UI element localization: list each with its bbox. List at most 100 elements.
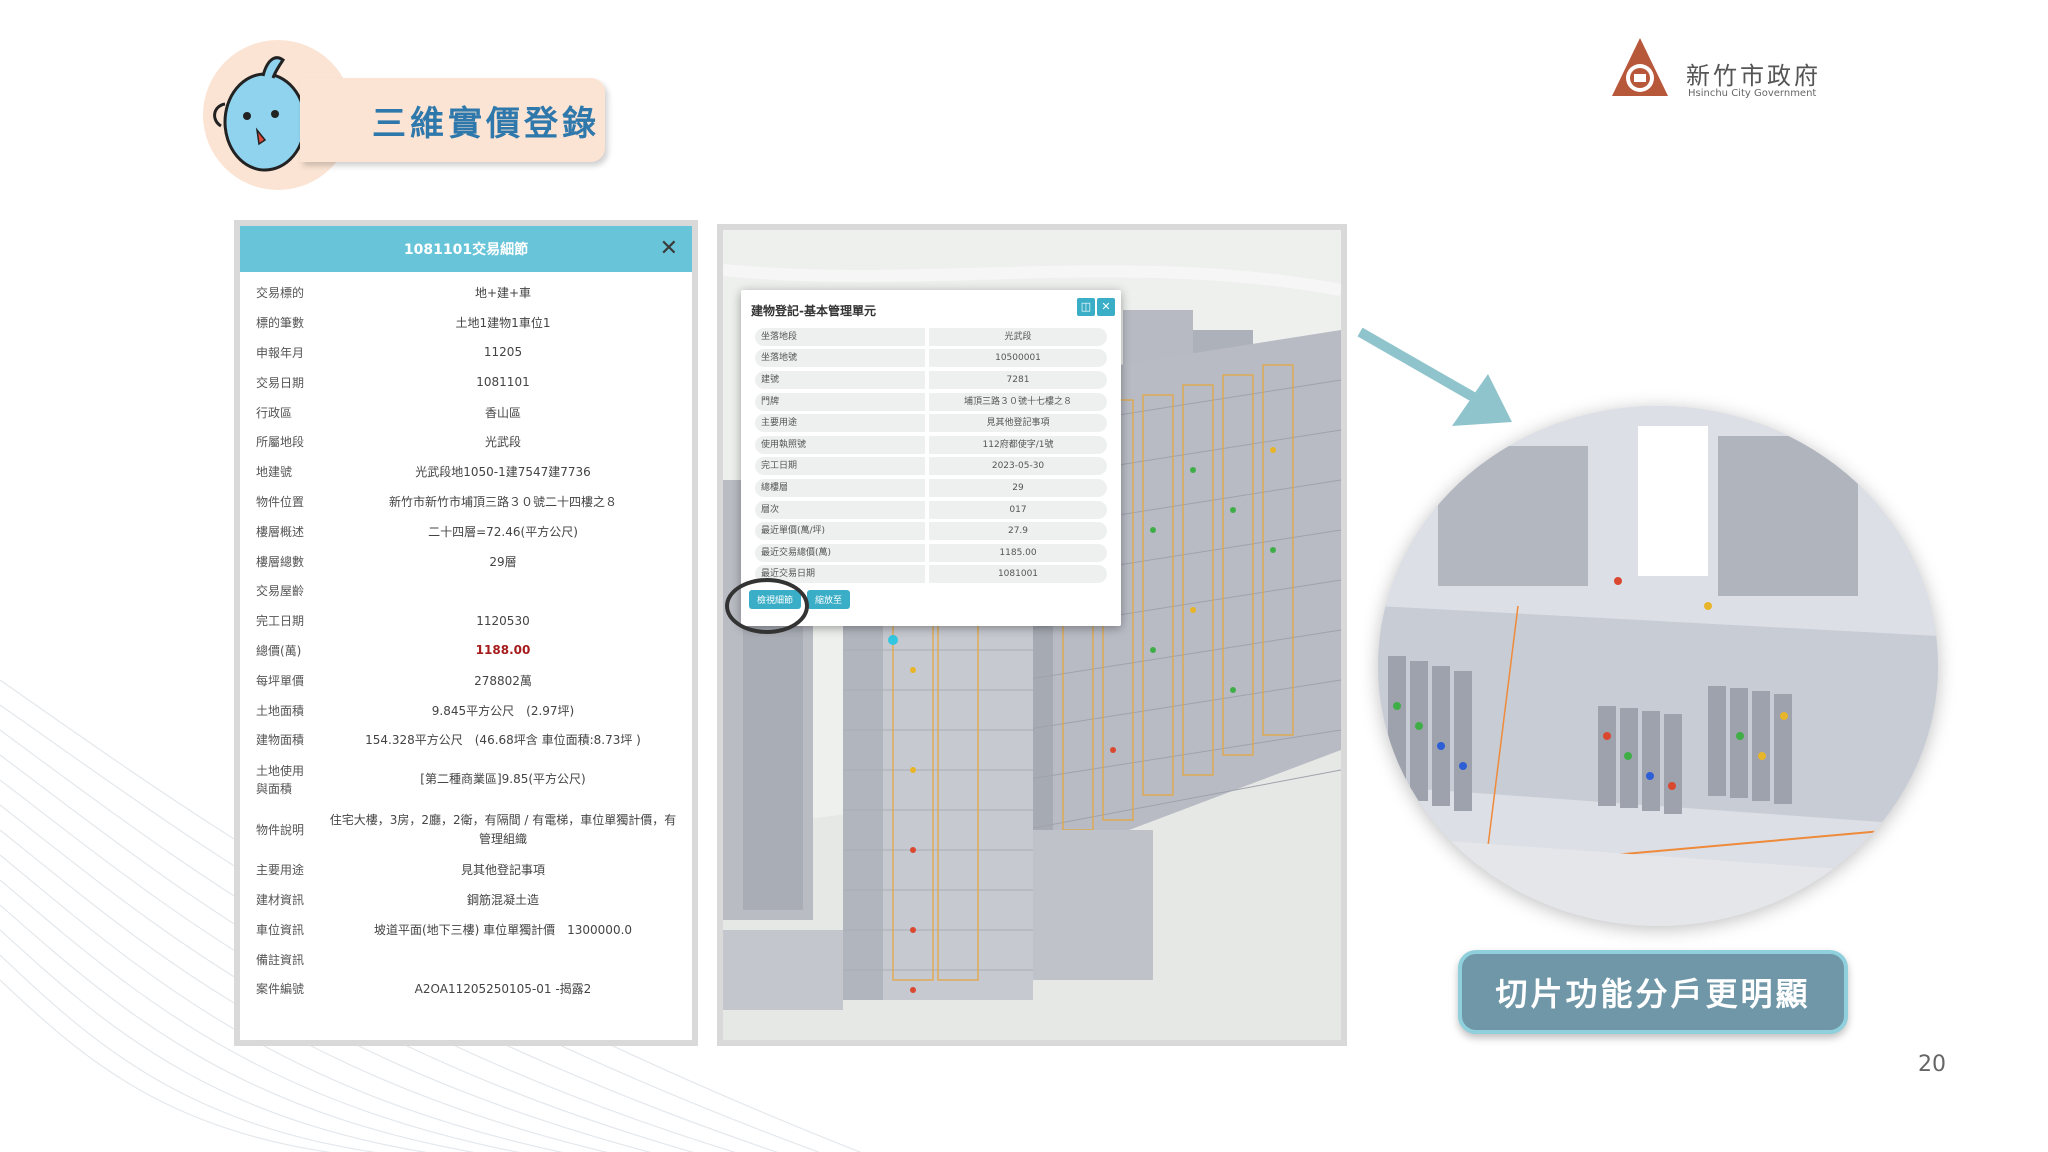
detail-row: 交易日期 1081101 xyxy=(240,367,692,397)
detail-row: 車位資訊 坡道平面(地下三樓) 車位單獨計價 1300000.0 xyxy=(240,914,692,944)
popup-row: 使用執照號 112府都使字/1號 xyxy=(755,434,1107,456)
detail-row: 土地使用 與面積 [第二種商業區]9.85(平方公尺) xyxy=(240,755,692,805)
detail-row-label: 交易日期 xyxy=(256,375,305,390)
detail-row-value: 住宅大樓，3房，2廳，2衛，有隔間 / 有電梯，車位單獨計價，有管理組織 xyxy=(329,812,677,846)
popup-row-value: 29 xyxy=(929,478,1107,497)
transaction-detail-panel: 1081101交易細節 ✕ 交易標的 地+建+車標的筆數 土地1建物1車位1 申報年月… xyxy=(240,226,692,1040)
popup-table: 坐落地段 光武段 坐落地號 10500001 建號 7281 門牌 埔頂三路３０號十七樓之８ 主… xyxy=(755,326,1107,585)
popup-row: 總樓層 29 xyxy=(755,477,1107,499)
detail-row-value: 光武段地1050-1建7547建7736 xyxy=(415,465,591,480)
popup-row-label: 門牌 xyxy=(755,392,925,411)
detail-row-label: 物件位置 xyxy=(256,494,305,509)
detail-row-label: 申報年月 xyxy=(256,345,305,360)
popup-row: 主要用途 見其他登記事項 xyxy=(755,412,1107,434)
detail-row-value: 1081101 xyxy=(476,375,530,390)
slice-zoom-view xyxy=(1378,406,1938,926)
popup-window-controls: ◫ ✕ xyxy=(1077,298,1115,316)
detail-row: 案件編號 A2OA11205250105-01 -揭露2 xyxy=(240,974,692,1004)
popup-row-label: 完工日期 xyxy=(755,457,925,476)
detail-row-label: 地建號 xyxy=(256,465,293,480)
detail-row: 樓層總數 29層 xyxy=(240,546,692,576)
detail-row-label: 案件編號 xyxy=(256,982,305,997)
detail-row-value: 154.328平方公尺 (46.68坪含 車位面積:8.73坪 ) xyxy=(365,733,641,748)
popup-row-label: 層次 xyxy=(755,500,925,519)
detail-row: 樓層概述 二十四層=72.46(平方公尺) xyxy=(240,516,692,546)
popup-row-value: 10500001 xyxy=(929,349,1107,368)
detail-row-label: 物件說明 xyxy=(256,822,305,837)
detail-row-label: 主要用途 xyxy=(256,863,305,878)
detail-row-label: 標的筆數 xyxy=(256,316,305,331)
detail-row-label: 完工日期 xyxy=(256,614,305,629)
detail-row: 主要用途 見其他登記事項 xyxy=(240,855,692,885)
detail-header: 1081101交易細節 ✕ xyxy=(240,226,692,272)
popup-row-label: 最近交易總價(萬) xyxy=(755,543,925,562)
popup-row-value: 光武段 xyxy=(929,327,1107,346)
detail-row-value: 二十四層=72.46(平方公尺) xyxy=(428,524,578,539)
popup-row-label: 建號 xyxy=(755,370,925,389)
popup-row-value: 7281 xyxy=(929,370,1107,389)
popup-row: 門牌 埔頂三路３０號十七樓之８ xyxy=(755,391,1107,413)
page-number: 20 xyxy=(1918,1052,1946,1077)
page-title: 三維實價登錄 xyxy=(372,104,600,144)
detail-row: 所屬地段 光武段 xyxy=(240,427,692,457)
popup-row: 坐落地號 10500001 xyxy=(755,348,1107,370)
close-icon[interactable]: ✕ xyxy=(660,236,678,261)
building-registration-popup: 建物登記-基本管理單元 ◫ ✕ 坐落地段 光武段 坐落地號 10500001 建號 728… xyxy=(741,290,1121,626)
detail-row-value: 見其他登記事項 xyxy=(460,863,545,878)
highlight-circle xyxy=(725,578,809,634)
popup-row-label: 主要用途 xyxy=(755,414,925,433)
popup-row-value: 1081001 xyxy=(929,565,1107,584)
zoom-to-button[interactable]: 縮放至 xyxy=(807,590,851,609)
close-icon[interactable]: ✕ xyxy=(1097,298,1115,316)
detail-row-value: 坡道平面(地下三樓) 車位單獨計價 1300000.0 xyxy=(373,922,633,937)
detail-row-value: 1120530 xyxy=(476,613,530,628)
popup-row-value: 2023-05-30 xyxy=(929,457,1107,476)
detail-row-value: 光武段 xyxy=(484,435,521,450)
detail-row-label: 每坪單價 xyxy=(256,673,305,688)
popup-row: 最近單價(萬/坪) 27.9 xyxy=(755,520,1107,542)
detail-row: 物件說明 住宅大樓，3房，2廳，2衛，有隔間 / 有電梯，車位單獨計價，有管理組織 xyxy=(240,805,692,855)
detail-row-label: 建物面積 xyxy=(256,733,305,748)
popup-row-label: 坐落地段 xyxy=(755,327,925,346)
popup-row: 層次 017 xyxy=(755,499,1107,521)
detail-row-label: 建材資訊 xyxy=(256,892,305,907)
detail-row: 每坪單價 278802萬 xyxy=(240,665,692,695)
popup-title: 建物登記-基本管理單元 xyxy=(751,304,876,318)
transaction-detail-frame: 1081101交易細節 ✕ 交易標的 地+建+車標的筆數 土地1建物1車位1 申報年月… xyxy=(234,220,698,1046)
popup-row-label: 使用執照號 xyxy=(755,435,925,454)
popup-row-label: 坐落地號 xyxy=(755,349,925,368)
detail-row-value: 新竹市新竹市埔頂三路３０號二十四樓之８ xyxy=(388,494,617,509)
detail-row-value: 鋼筋混凝土造 xyxy=(466,892,539,907)
detail-row-value: 香山區 xyxy=(484,405,521,420)
detail-row-value: 地+建+車 xyxy=(474,286,532,301)
3d-building-scene[interactable]: 建物登記-基本管理單元 ◫ ✕ 坐落地段 光武段 坐落地號 10500001 建號 728… xyxy=(723,230,1341,1040)
detail-title: 1081101交易細節 xyxy=(403,242,529,258)
detail-row: 行政區 香山區 xyxy=(240,397,692,427)
detail-row: 地建號 光武段地1050-1建7547建7736 xyxy=(240,457,692,487)
dock-icon[interactable]: ◫ xyxy=(1077,298,1095,316)
hsinchu-logo-icon xyxy=(1612,38,1668,96)
detail-row-label: 所屬地段 xyxy=(256,435,305,450)
popup-row: 最近交易總價(萬) 1185.00 xyxy=(755,542,1107,564)
detail-row-value: 1188.00 xyxy=(475,643,531,658)
scene-frame: 建物登記-基本管理單元 ◫ ✕ 坐落地段 光武段 坐落地號 10500001 建號 728… xyxy=(717,224,1347,1046)
detail-row: 土地面積 9.845平方公尺 (2.97坪) xyxy=(240,695,692,725)
detail-row-label: 交易標的 xyxy=(256,286,305,301)
detail-rows: 交易標的 地+建+車 標的筆數 土地1建物1車位1 申報年月 11205 交易日期 10811… xyxy=(240,278,692,1004)
detail-row: 建材資訊 鋼筋混凝土造 xyxy=(240,885,692,915)
detail-row-label: 樓層總數 xyxy=(256,554,305,569)
detail-row: 交易屋齡 xyxy=(240,576,692,606)
detail-row-value: A2OA11205250105-01 -揭露2 xyxy=(414,982,592,997)
caption-button: 切片功能分戶更明顯 xyxy=(1458,950,1848,1034)
detail-row: 總價(萬) 1188.00 xyxy=(240,636,692,666)
detail-row: 備註資訊 xyxy=(240,944,692,974)
detail-row-label: 車位資訊 xyxy=(256,922,305,937)
popup-row-value: 27.9 xyxy=(929,522,1107,541)
popup-row-value: 112府都使字/1號 xyxy=(929,435,1107,454)
detail-row-label: 交易屋齡 xyxy=(256,584,305,599)
popup-row-label: 總樓層 xyxy=(755,478,925,497)
detail-row-value: 29層 xyxy=(489,554,517,569)
detail-row-label: 備註資訊 xyxy=(256,952,305,967)
detail-row-value: 278802萬 xyxy=(474,673,532,688)
detail-row: 標的筆數 土地1建物1車位1 xyxy=(240,308,692,338)
